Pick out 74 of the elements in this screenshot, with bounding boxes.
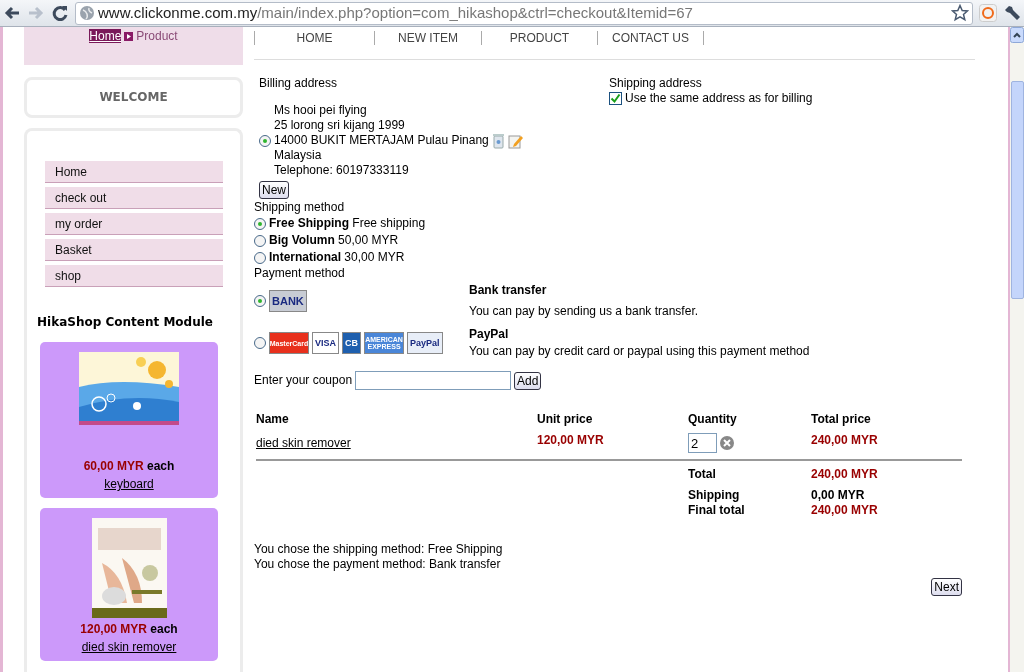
address-text: Ms hooi pei flying 25 lorong sri kijang 1999 14000 BUKIT MERTAJAM Pulau Pinang Malaysia Telephone: 60197333119 (274, 103, 489, 178)
sidebar-item[interactable]: shop (45, 265, 223, 287)
item-link[interactable]: died skin remover (81, 640, 177, 654)
address-bar[interactable]: www.clickonme.com.my/main/index.php?option=com_hikashop&ctrl=checkout&Itemid=67 (75, 1, 973, 25)
shipping-option: International 30,00 MYR (269, 250, 405, 265)
arrow-icon (124, 32, 134, 42)
checkbox[interactable] (609, 92, 622, 105)
globe-icon (79, 5, 95, 21)
sidebar-item[interactable]: Basket (45, 239, 223, 261)
total-value: 240,00 MYR (811, 467, 878, 481)
coupon-field[interactable] (355, 371, 512, 390)
total-label: Final total (688, 503, 745, 517)
next-button[interactable]: Next (931, 578, 962, 596)
payment-description: You can pay by sending us a bank transfer. (469, 304, 699, 319)
payment-title: Bank transfer (469, 283, 548, 298)
summary-text: You chose the payment method: Bank transfer (254, 557, 502, 572)
column-header: Name (256, 412, 289, 426)
column-header: Unit price (537, 412, 593, 426)
radio-button[interactable] (259, 134, 271, 147)
trash-icon[interactable] (491, 132, 505, 149)
section-heading: Payment method (254, 266, 346, 281)
breadcrumb-link[interactable]: Home (89, 29, 122, 43)
coupon-label: Enter your coupon (254, 373, 353, 388)
menu-link[interactable]: HOME (254, 31, 374, 45)
item-link[interactable]: died skin remover (256, 436, 351, 450)
module-title: HikaShop Content Module (36, 315, 214, 330)
radio-button[interactable] (254, 217, 266, 230)
checkbox-label: Use the same address as for billing (625, 91, 813, 106)
payment-description: You can pay by credit card or paypal using this payment method (469, 344, 810, 359)
menu-link[interactable]: PRODUCT (481, 31, 597, 45)
section-heading: Billing address (259, 76, 339, 91)
payment-logo: CB (342, 332, 361, 354)
product-price: 60,00 MYR each (82, 459, 176, 474)
item-link[interactable]: keyboard (104, 477, 154, 491)
back-icon[interactable] (3, 5, 21, 21)
total-label: Total (688, 467, 716, 481)
product-price: 120,00 MYR each (79, 622, 179, 637)
total-value: 0,00 MYR (811, 488, 865, 502)
add-button[interactable]: Add (514, 371, 542, 390)
payment-logo: PayPal (407, 332, 443, 354)
reload-icon[interactable] (51, 4, 69, 22)
column-header: Quantity (688, 412, 737, 426)
shipping-option: Big Volumn 50,00 MYR (269, 233, 399, 248)
sidebar-item[interactable]: Home (45, 161, 223, 183)
payment-logo: VISA (312, 332, 339, 354)
sidebar-item[interactable]: my order (45, 213, 223, 235)
welcome-heading: WELCOME (99, 90, 168, 105)
table-cell: 240,00 MYR (811, 433, 878, 447)
total-value: 240,00 MYR (811, 503, 878, 517)
section-heading: Shipping address (609, 76, 703, 91)
scroll-up-icon[interactable] (1010, 27, 1024, 43)
payment-title: PayPal (469, 327, 510, 342)
payment-logo: BANK (269, 290, 307, 312)
scrollbar[interactable] (1008, 27, 1024, 672)
menu-link[interactable]: NEW ITEM (374, 31, 481, 45)
radio-button[interactable] (254, 295, 266, 307)
radio-button[interactable] (254, 337, 266, 349)
radio-button[interactable] (254, 251, 266, 264)
star-icon[interactable] (951, 4, 969, 22)
breadcrumb-current: Product (136, 29, 178, 43)
menu-link[interactable]: CONTACT US (597, 31, 704, 45)
shipping-option: Free Shipping Free shipping (269, 216, 426, 231)
wrench-icon[interactable] (1003, 4, 1021, 22)
total-label: Shipping (688, 488, 740, 502)
summary-text: You chose the shipping method: Free Shipping (254, 542, 504, 557)
radio-button[interactable] (254, 234, 266, 247)
new-button[interactable]: New (259, 181, 289, 199)
quantity-field[interactable]: 2 (688, 433, 717, 453)
remove-icon[interactable] (720, 436, 734, 450)
extension-icon[interactable] (979, 4, 997, 22)
section-heading: Shipping method (254, 200, 346, 215)
sidebar-item[interactable]: check out (45, 187, 223, 209)
column-header: Total price (811, 412, 871, 426)
table-cell: 120,00 MYR (537, 433, 604, 447)
